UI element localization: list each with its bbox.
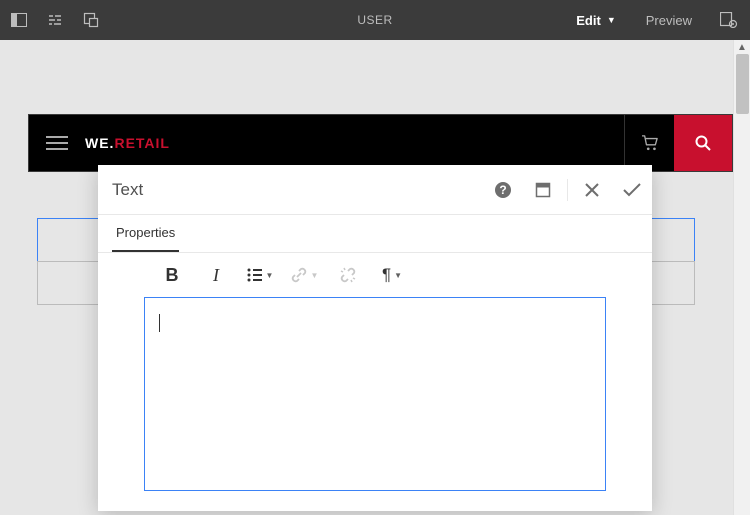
page-canvas: ▲ WE.RETAIL Text [0, 40, 750, 515]
dialog-tabs: Properties [98, 215, 652, 253]
unlink-button[interactable] [326, 259, 370, 291]
unlink-icon [339, 266, 357, 284]
help-icon: ? [494, 181, 512, 199]
preview-button[interactable]: Preview [630, 13, 708, 28]
dialog-actions: ? [483, 170, 652, 210]
rich-text-editor[interactable] [144, 297, 606, 491]
svg-text:?: ? [499, 183, 506, 197]
site-header-actions [624, 115, 732, 171]
rte-toolbar: B I ▼ ▼ ¶ ▼ [98, 253, 652, 297]
text-component-dialog: Text ? Properties B [98, 165, 652, 511]
text-caret [159, 314, 160, 332]
scroll-up-icon: ▲ [737, 42, 747, 53]
link-icon [290, 266, 308, 284]
topbar-left-tools [0, 11, 100, 29]
chevron-down-icon: ▼ [311, 271, 319, 280]
chevron-down-icon: ▼ [394, 271, 402, 280]
link-button[interactable]: ▼ [282, 259, 326, 291]
brand-text-left: WE. [85, 135, 114, 151]
scrollbar-thumb[interactable] [736, 54, 749, 114]
mode-selector[interactable]: Edit ▼ [562, 13, 629, 28]
list-button[interactable]: ▼ [238, 259, 282, 291]
side-panel-toggle-icon[interactable] [10, 11, 28, 29]
pilcrow-icon: ¶ [382, 265, 391, 285]
fullscreen-icon [535, 182, 551, 198]
cart-icon [641, 135, 659, 151]
menu-button[interactable] [29, 136, 85, 150]
page-properties-icon[interactable] [708, 12, 750, 28]
help-button[interactable]: ? [483, 170, 523, 210]
done-button[interactable] [612, 170, 652, 210]
check-icon [622, 182, 642, 198]
dialog-title: Text [112, 180, 143, 200]
brand-text-right: RETAIL [114, 135, 170, 151]
italic-button[interactable]: I [194, 259, 238, 291]
brand-logo[interactable]: WE.RETAIL [85, 135, 170, 151]
editor-topbar: USER Edit ▼ Preview [0, 0, 750, 40]
chevron-down-icon: ▼ [266, 271, 274, 280]
list-icon [247, 268, 263, 282]
hamburger-icon [46, 136, 68, 150]
rte-area-wrapper [98, 297, 652, 511]
search-button[interactable] [674, 115, 732, 171]
site-header: WE.RETAIL [28, 114, 733, 172]
chevron-down-icon: ▼ [607, 15, 616, 25]
divider [567, 179, 568, 201]
paragraph-format-button[interactable]: ¶ ▼ [370, 259, 414, 291]
topbar-right-tools: Edit ▼ Preview [562, 0, 750, 40]
tab-properties[interactable]: Properties [112, 225, 179, 252]
dialog-header: Text ? [98, 165, 652, 215]
page-info-icon[interactable] [46, 11, 64, 29]
current-page-label: USER [357, 13, 392, 27]
vertical-scrollbar[interactable]: ▲ [733, 40, 750, 515]
preview-label: Preview [646, 13, 692, 28]
search-icon [694, 134, 712, 152]
bold-button[interactable]: B [150, 259, 194, 291]
close-icon [584, 182, 600, 198]
mode-selector-label: Edit [576, 13, 601, 28]
cancel-button[interactable] [572, 170, 612, 210]
cart-button[interactable] [624, 115, 674, 171]
emulator-icon[interactable] [82, 11, 100, 29]
fullscreen-button[interactable] [523, 170, 563, 210]
